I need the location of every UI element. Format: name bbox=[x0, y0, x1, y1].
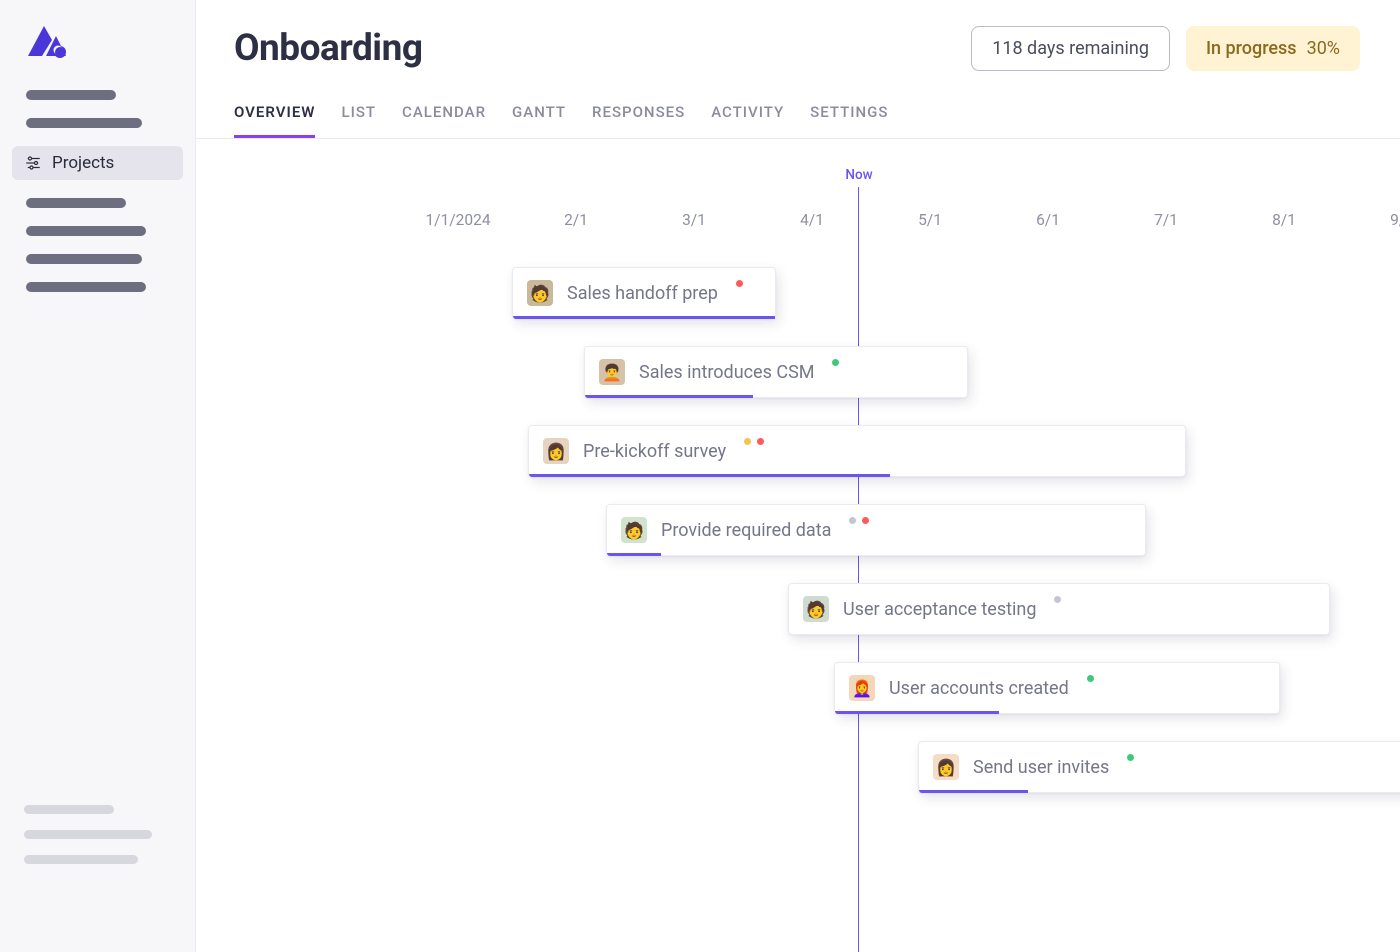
avatar: 👩‍🦰 bbox=[849, 675, 875, 701]
sidebar-item-projects[interactable]: Projects bbox=[12, 146, 183, 180]
gantt-bar[interactable]: 🧑 User acceptance testing bbox=[788, 583, 1330, 635]
avatar: 🧑‍🦱 bbox=[599, 359, 625, 385]
sidebar-item-label: Projects bbox=[52, 153, 114, 173]
axis-tick: 1/1/2024 bbox=[425, 211, 490, 229]
sidebar-footer-placeholder bbox=[24, 805, 114, 814]
avatar: 👩 bbox=[543, 438, 569, 464]
sidebar: Projects bbox=[0, 0, 196, 952]
progress-indicator bbox=[919, 790, 1028, 793]
sidebar-item-placeholder[interactable] bbox=[26, 226, 146, 236]
sidebar-footer-placeholder bbox=[24, 830, 152, 839]
red-dot-icon bbox=[757, 438, 764, 445]
tab-settings[interactable]: SETTINGS bbox=[810, 103, 888, 138]
progress-indicator bbox=[835, 711, 999, 714]
gantt-bar-label: Send user invites bbox=[973, 757, 1109, 778]
gantt-bar-label: Provide required data bbox=[661, 520, 831, 541]
gantt-bar[interactable]: 👩‍🦰 User accounts created bbox=[834, 662, 1280, 714]
gantt-bar[interactable]: 🧑 Sales handoff prep bbox=[512, 267, 776, 319]
sidebar-item-placeholder[interactable] bbox=[26, 282, 146, 292]
green-dot-icon bbox=[1087, 675, 1094, 682]
avatar: 👩 bbox=[933, 754, 959, 780]
tabs: OVERVIEW LIST CALENDAR GANTT RESPONSES ACTIVI… bbox=[196, 71, 1400, 139]
tab-overview[interactable]: OVERVIEW bbox=[234, 103, 315, 138]
axis-tick: 5/1 bbox=[918, 211, 942, 229]
axis-tick: 6/1 bbox=[1036, 211, 1060, 229]
tab-activity[interactable]: ACTIVITY bbox=[711, 103, 784, 138]
gantt-bar-label: User acceptance testing bbox=[843, 599, 1036, 620]
status-label: In progress bbox=[1206, 38, 1297, 59]
tab-list[interactable]: LIST bbox=[341, 103, 376, 138]
progress-indicator bbox=[607, 553, 661, 556]
green-dot-icon bbox=[832, 359, 839, 366]
sidebar-item-placeholder[interactable] bbox=[26, 254, 142, 264]
tab-calendar[interactable]: CALENDAR bbox=[402, 103, 486, 138]
page-title: Onboarding bbox=[234, 27, 422, 70]
axis-tick: 4/1 bbox=[800, 211, 824, 229]
now-marker: Now bbox=[858, 187, 859, 952]
axis-tick: 3/1 bbox=[682, 211, 706, 229]
sidebar-item-placeholder[interactable] bbox=[26, 198, 126, 208]
avatar: 🧑 bbox=[803, 596, 829, 622]
status-dots bbox=[744, 438, 764, 445]
gantt-bar[interactable]: 🧑‍🦱 Sales introduces CSM bbox=[584, 346, 968, 398]
logo bbox=[0, 22, 195, 86]
status-dots bbox=[1054, 596, 1061, 603]
progress-indicator bbox=[513, 316, 775, 319]
status-dots bbox=[736, 280, 743, 287]
header: Onboarding 118 days remaining In progres… bbox=[196, 0, 1400, 71]
sidebar-item-placeholder[interactable] bbox=[26, 118, 142, 128]
status-dots bbox=[1087, 675, 1094, 682]
gray-dot-icon bbox=[1054, 596, 1061, 603]
axis-tick: 2/1 bbox=[564, 211, 588, 229]
yellow-dot-icon bbox=[744, 438, 751, 445]
avatar: 🧑 bbox=[621, 517, 647, 543]
sliders-icon bbox=[24, 154, 42, 172]
status-dots bbox=[1127, 754, 1134, 761]
green-dot-icon bbox=[1127, 754, 1134, 761]
gantt-bar-label: Sales introduces CSM bbox=[639, 362, 814, 383]
timeline-axis: 1/1/20242/13/14/15/16/17/18/19/1 bbox=[234, 211, 1360, 231]
gantt-bar[interactable]: 👩 Send user invites bbox=[918, 741, 1400, 793]
gantt-bar-label: Pre-kickoff survey bbox=[583, 441, 726, 462]
tab-gantt[interactable]: GANTT bbox=[512, 103, 566, 138]
sidebar-footer bbox=[0, 805, 195, 952]
gantt-bar-label: User accounts created bbox=[889, 678, 1069, 699]
timeline: 1/1/2024 2/1 3/1 4/1 5/1 6/1 7/1 8/1 9/1 Now 🧑 Sa… bbox=[196, 139, 1400, 952]
sidebar-item-placeholder[interactable] bbox=[26, 90, 116, 100]
gray-dot-icon bbox=[849, 517, 856, 524]
days-remaining-pill: 118 days remaining bbox=[971, 26, 1170, 71]
status-dots bbox=[849, 517, 869, 524]
red-dot-icon bbox=[862, 517, 869, 524]
tab-responses[interactable]: RESPONSES bbox=[592, 103, 685, 138]
logo-icon bbox=[24, 22, 68, 60]
axis-tick: 7/1 bbox=[1154, 211, 1178, 229]
now-label: Now bbox=[845, 167, 872, 183]
main: Onboarding 118 days remaining In progres… bbox=[196, 0, 1400, 952]
sidebar-footer-placeholder bbox=[24, 855, 138, 864]
status-dots bbox=[832, 359, 839, 366]
red-dot-icon bbox=[736, 280, 743, 287]
status-percent: 30% bbox=[1307, 38, 1340, 59]
axis-tick: 9/1 bbox=[1390, 211, 1400, 229]
gantt-bar[interactable]: 👩 Pre-kickoff survey bbox=[528, 425, 1186, 477]
gantt-bar[interactable]: 🧑 Provide required data bbox=[606, 504, 1146, 556]
status-badge: In progress 30% bbox=[1186, 26, 1360, 71]
axis-tick: 8/1 bbox=[1272, 211, 1296, 229]
progress-indicator bbox=[529, 474, 890, 477]
gantt-bar-label: Sales handoff prep bbox=[567, 283, 718, 304]
avatar: 🧑 bbox=[527, 280, 553, 306]
progress-indicator bbox=[585, 395, 753, 398]
